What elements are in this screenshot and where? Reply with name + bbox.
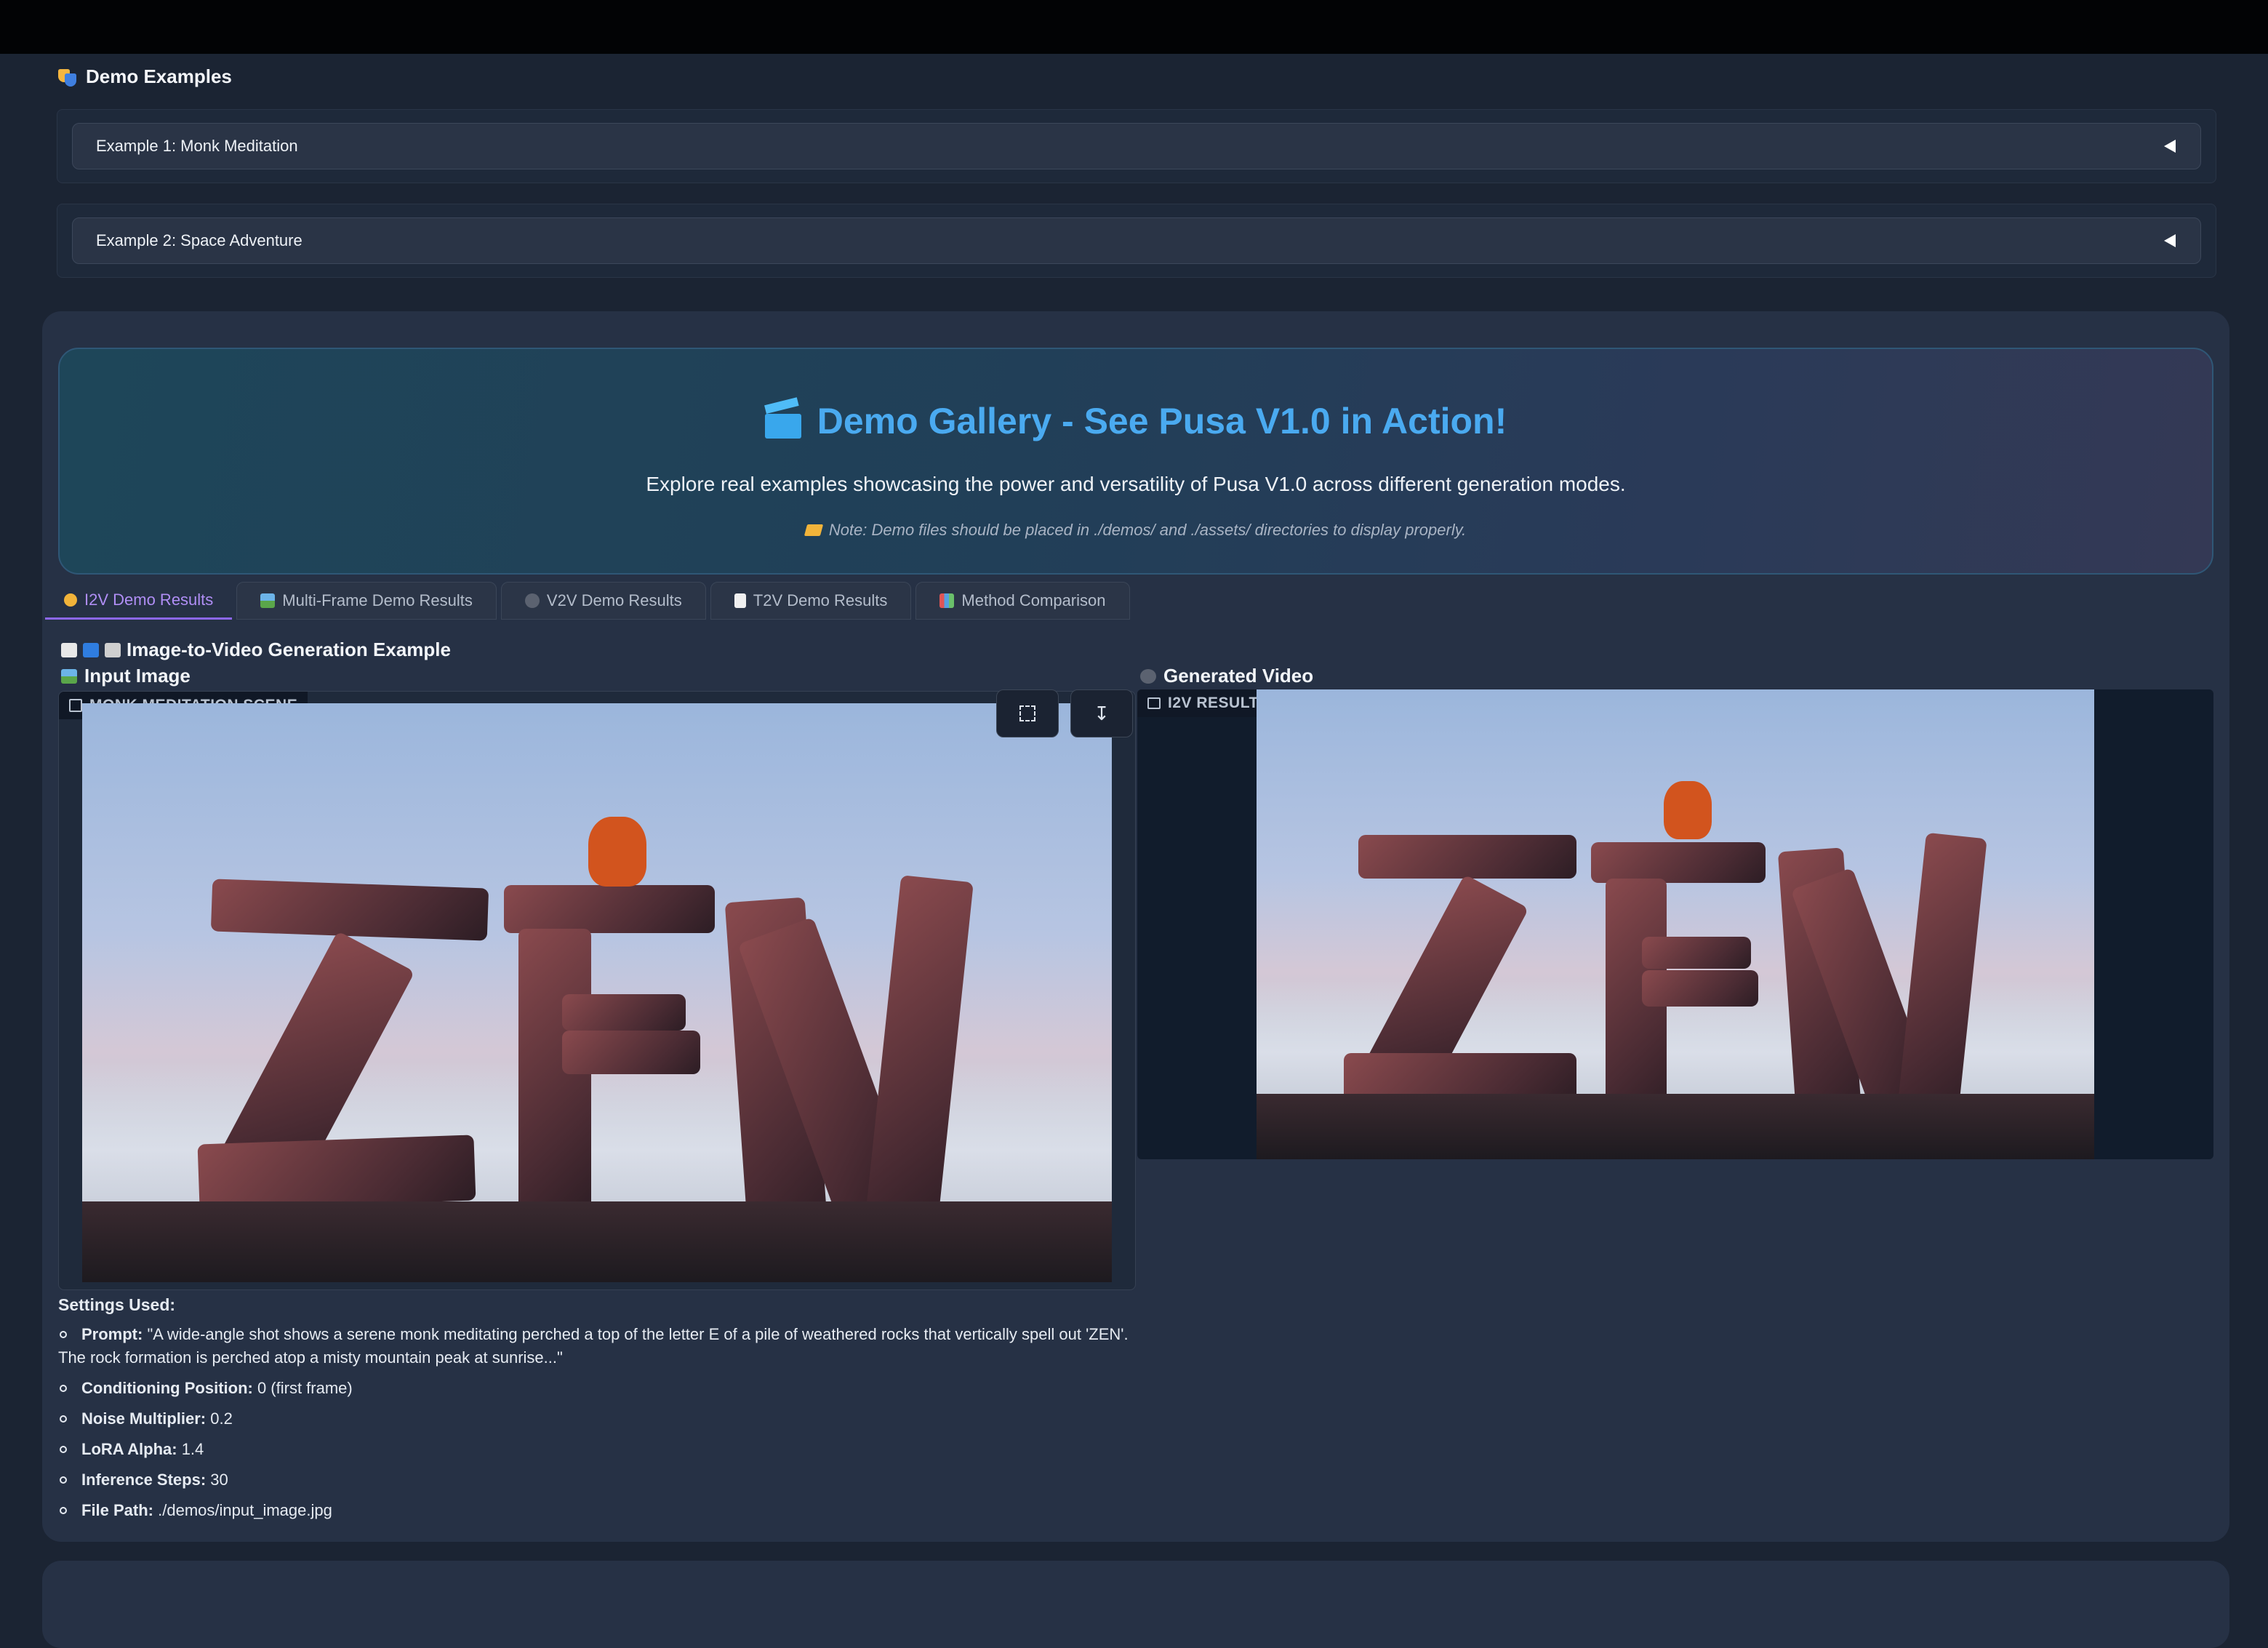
setting-key: Inference Steps: <box>81 1470 207 1489</box>
input-image-label: Input Image <box>84 665 191 687</box>
setting-file-path: File Path: ./demos/input_image.jpg <box>58 1499 1142 1522</box>
hero-note-row: Note: Demo files should be placed in ./d… <box>60 521 2212 540</box>
collapse-arrow-icon <box>2164 140 2176 153</box>
setting-value: ./demos/input_image.jpg <box>153 1500 332 1519</box>
demo-gallery-hero: Demo Gallery - See Pusa V1.0 in Action! … <box>58 348 2213 575</box>
hero-subtitle: Explore real examples showcasing the pow… <box>646 473 1626 495</box>
tab-label: Multi-Frame Demo Results <box>282 591 473 609</box>
example-1-label: Example 1: Monk Meditation <box>96 137 298 155</box>
generated-video-player[interactable]: I2V RESULT - SINGLE IMAGE ANIMATION <box>1137 689 2213 1159</box>
film-icon <box>524 593 540 608</box>
video-icon <box>1147 697 1161 709</box>
setting-prompt: Prompt: "A wide-angle shot shows a seren… <box>58 1323 1142 1369</box>
image-icon <box>69 699 82 712</box>
input-image-heading: Input Image <box>61 665 191 687</box>
example-1-toggle[interactable]: Example 1: Monk Meditation <box>72 123 2201 169</box>
demo-examples-title: Demo Examples <box>86 65 232 87</box>
theater-masks-icon <box>58 68 77 87</box>
download-button[interactable]: ↧ <box>1070 689 1133 737</box>
setting-value: "A wide-angle shot shows a serene monk m… <box>58 1325 1129 1367</box>
image-icon <box>260 593 276 608</box>
setting-inference-steps: Inference Steps: 30 <box>58 1468 1142 1492</box>
tab-label: Method Comparison <box>961 591 1106 609</box>
setting-value: 0.2 <box>206 1409 233 1428</box>
monk-figure <box>1664 781 1712 839</box>
tab-t2v-demo-results[interactable]: T2V Demo Results <box>710 582 912 620</box>
setting-conditioning-position: Conditioning Position: 0 (first frame) <box>58 1377 1142 1400</box>
setting-value: 1.4 <box>177 1439 204 1458</box>
setting-lora-alpha: LoRA Alpha: 1.4 <box>58 1438 1142 1461</box>
film-icon <box>105 642 121 657</box>
setting-key: Conditioning Position: <box>81 1379 253 1398</box>
settings-used: Settings Used: Prompt: "A wide-angle sho… <box>58 1293 1142 1529</box>
generated-video-frame <box>1257 689 2094 1159</box>
section-title-row: Image-to-Video Generation Example <box>61 639 451 661</box>
hero-title-row: Demo Gallery - See Pusa V1.0 in Action! <box>60 400 2212 442</box>
image-icon <box>61 668 77 684</box>
setting-value: 30 <box>206 1470 228 1489</box>
tab-multi-frame-demo-results[interactable]: Multi-Frame Demo Results <box>236 582 497 620</box>
generated-video-heading: Generated Video <box>1140 665 1313 687</box>
tab-label: T2V Demo Results <box>753 591 888 609</box>
tab-label: I2V Demo Results <box>84 590 214 609</box>
section-title: Image-to-Video Generation Example <box>127 639 451 660</box>
example-2-toggle[interactable]: Example 2: Space Adventure <box>72 217 2201 264</box>
folder-icon <box>804 524 823 536</box>
demo-tabs: I2V Demo Results Multi-Frame Demo Result… <box>45 582 1130 621</box>
film-icon <box>1140 668 1156 684</box>
example-2-accordion: Example 2: Space Adventure <box>57 204 2216 278</box>
setting-noise-multiplier: Noise Multiplier: 0.2 <box>58 1407 1142 1431</box>
generated-video-label: Generated Video <box>1163 665 1314 687</box>
input-image <box>82 703 1112 1282</box>
clapperboard-icon <box>764 404 803 439</box>
fullscreen-button[interactable] <box>996 689 1059 737</box>
setting-key: Noise Multiplier: <box>81 1409 207 1428</box>
setting-value: 0 (first frame) <box>252 1379 353 1398</box>
settings-list: Prompt: "A wide-angle shot shows a seren… <box>58 1323 1142 1521</box>
setting-key: File Path: <box>81 1500 154 1519</box>
camera-icon <box>61 642 77 657</box>
next-panel <box>42 1561 2229 1648</box>
input-image-container: MONK MEDITATION SCENE <box>58 691 1136 1290</box>
tab-label: V2V Demo Results <box>546 591 682 609</box>
monk-figure <box>588 817 646 887</box>
download-icon: ↧ <box>1094 703 1110 724</box>
document-icon <box>734 593 746 608</box>
tab-method-comparison[interactable]: Method Comparison <box>915 582 1130 620</box>
settings-title: Settings Used: <box>58 1295 176 1314</box>
setting-key: LoRA Alpha: <box>81 1439 177 1458</box>
arrow-icon <box>83 642 99 657</box>
fullscreen-icon <box>1019 705 1035 721</box>
example-2-label: Example 2: Space Adventure <box>96 231 302 249</box>
tab-i2v-demo-results[interactable]: I2V Demo Results <box>45 582 233 620</box>
bar-chart-icon <box>939 593 955 608</box>
hero-title: Demo Gallery - See Pusa V1.0 in Action! <box>817 401 1507 441</box>
lightbulb-icon <box>64 593 77 607</box>
setting-key: Prompt: <box>81 1325 143 1344</box>
example-1-accordion: Example 1: Monk Meditation <box>57 109 2216 183</box>
tab-v2v-demo-results[interactable]: V2V Demo Results <box>500 582 706 620</box>
collapse-arrow-icon <box>2164 234 2176 247</box>
browser-top-bar <box>0 0 2268 54</box>
hero-note: Note: Demo files should be placed in ./d… <box>828 521 1467 539</box>
demo-examples-heading: Demo Examples <box>58 65 232 88</box>
